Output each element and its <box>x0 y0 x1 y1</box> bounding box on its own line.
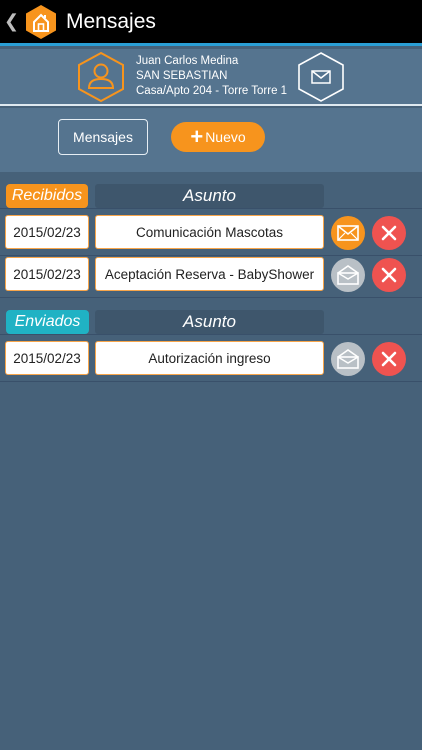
chevron-left-icon[interactable]: ❮ <box>4 11 19 32</box>
plus-icon: + <box>190 124 204 149</box>
new-button-label: Nuevo <box>205 129 246 145</box>
message-subject[interactable]: Comunicación Mascotas <box>95 215 324 249</box>
received-label: Recibidos <box>6 184 88 208</box>
user-name: Juan Carlos Medina <box>136 55 239 67</box>
profile-header: Juan Carlos Medina SAN SEBASTIAN Casa/Ap… <box>0 49 422 106</box>
divider <box>0 381 422 382</box>
action-bar: ❮ Mensajes <box>0 0 422 46</box>
delete-button[interactable] <box>372 258 406 292</box>
received-header: Recibidos Asunto <box>0 184 422 209</box>
message-date: 2015/02/23 <box>5 215 89 249</box>
user-icon <box>78 51 124 103</box>
new-message-button[interactable]: + Nuevo <box>171 122 265 152</box>
envelope-icon[interactable] <box>296 51 346 103</box>
delete-button[interactable] <box>372 342 406 376</box>
envelope-open-icon <box>337 349 359 369</box>
community-name: SAN SEBASTIAN <box>136 70 228 82</box>
page-title: Mensajes <box>66 9 156 33</box>
close-icon <box>381 351 397 367</box>
divider <box>0 208 422 209</box>
delete-button[interactable] <box>372 216 406 250</box>
envelope-closed-icon <box>337 225 359 241</box>
sent-header: Enviados Asunto <box>0 310 422 335</box>
divider <box>0 334 422 335</box>
open-message-button[interactable] <box>331 216 365 250</box>
nav-row: Mensajes + Nuevo <box>0 108 422 172</box>
message-subject[interactable]: Aceptación Reserva - BabyShower <box>95 257 324 291</box>
message-date: 2015/02/23 <box>5 341 89 375</box>
subject-column-header: Asunto <box>95 310 324 334</box>
message-date: 2015/02/23 <box>5 257 89 291</box>
tab-mensajes[interactable]: Mensajes <box>58 119 148 155</box>
divider <box>0 255 422 256</box>
subject-column-header: Asunto <box>95 184 324 208</box>
list-item[interactable]: 2015/02/23 Comunicación Mascotas <box>0 215 422 256</box>
profile-info: Juan Carlos Medina SAN SEBASTIAN Casa/Ap… <box>136 54 287 99</box>
close-icon <box>381 225 397 241</box>
open-message-button[interactable] <box>331 342 365 376</box>
divider <box>0 297 422 298</box>
list-item[interactable]: 2015/02/23 Aceptación Reserva - BabyShow… <box>0 257 422 298</box>
house-hexagon-icon[interactable] <box>24 4 58 40</box>
open-message-button[interactable] <box>331 258 365 292</box>
message-subject[interactable]: Autorización ingreso <box>95 341 324 375</box>
list-item[interactable]: 2015/02/23 Autorización ingreso <box>0 341 422 382</box>
close-icon <box>381 267 397 283</box>
sent-label: Enviados <box>6 310 89 334</box>
unit-address: Casa/Apto 204 - Torre Torre 1 <box>136 85 288 97</box>
envelope-open-icon <box>337 265 359 285</box>
